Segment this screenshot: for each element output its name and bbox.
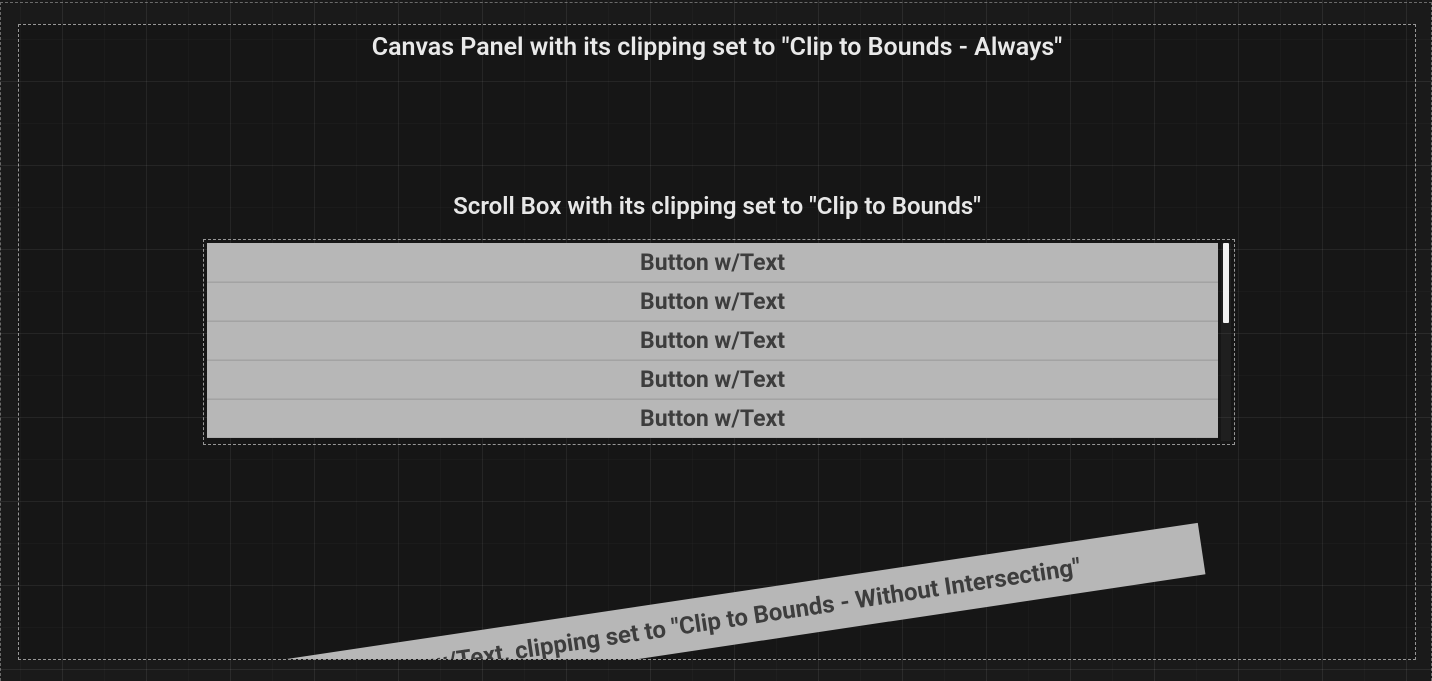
rotated-button[interactable]: Button w/Text, clipping set to "Clip to …	[229, 523, 1206, 660]
list-button[interactable]: Button w/Text	[207, 399, 1218, 438]
scrollbox-title: Scroll Box with its clipping set to "Cli…	[19, 192, 1415, 220]
list-button[interactable]: Button w/Text	[207, 282, 1218, 321]
scroll-box-viewport: Button w/Text Button w/Text Button w/Tex…	[207, 243, 1218, 441]
scroll-box-content: Button w/Text Button w/Text Button w/Tex…	[207, 243, 1218, 438]
scroll-box[interactable]: Button w/Text Button w/Text Button w/Tex…	[203, 239, 1235, 445]
umg-designer-viewport: Canvas Panel with its clipping set to "C…	[0, 0, 1432, 681]
canvas-panel-title: Canvas Panel with its clipping set to "C…	[19, 33, 1415, 62]
list-button[interactable]: Button w/Text	[207, 360, 1218, 399]
rotated-button-label: Button w/Text, clipping set to "Clip to …	[352, 553, 1083, 660]
scrollbar-thumb[interactable]	[1223, 243, 1229, 323]
list-button[interactable]: Button w/Text	[207, 243, 1218, 282]
list-button-label: Button w/Text	[640, 249, 785, 276]
canvas-panel[interactable]: Canvas Panel with its clipping set to "C…	[18, 24, 1416, 660]
list-button-label: Button w/Text	[640, 327, 785, 354]
list-button-label: Button w/Text	[640, 366, 785, 393]
list-button-label: Button w/Text	[640, 288, 785, 315]
list-button[interactable]: Button w/Text	[207, 321, 1218, 360]
list-button-label: Button w/Text	[640, 405, 785, 432]
scrollbar-track[interactable]	[1221, 243, 1231, 441]
